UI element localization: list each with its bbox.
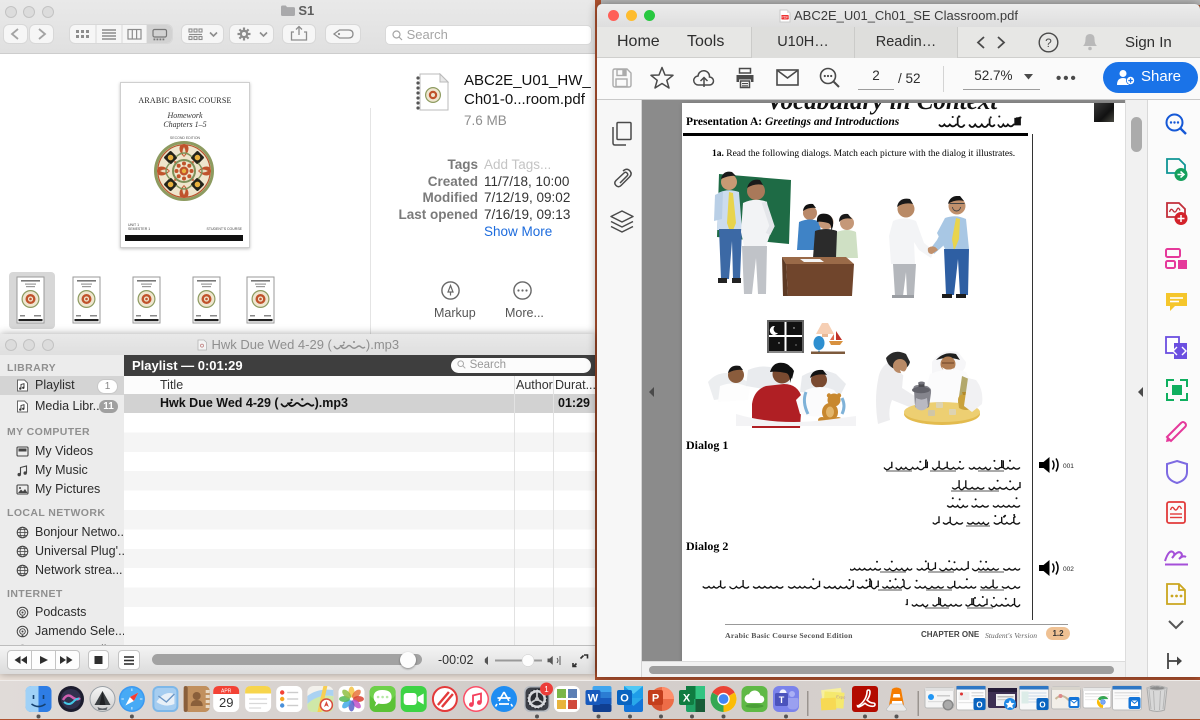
svg-text:PDF: PDF — [781, 16, 789, 20]
svg-text:29: 29 — [219, 695, 233, 710]
svg-text:APR: APR — [221, 689, 232, 695]
svg-text:O: O — [620, 693, 629, 705]
svg-text:001: 001 — [1063, 463, 1074, 470]
svg-text:O: O — [1039, 701, 1045, 710]
svg-text:X: X — [683, 693, 691, 705]
svg-text:Expo: Expo — [836, 694, 846, 700]
svg-text:P: P — [652, 693, 659, 705]
svg-text:?: ? — [1045, 36, 1052, 50]
svg-text:T: T — [779, 695, 785, 705]
svg-text:W: W — [588, 693, 599, 705]
svg-text:1: 1 — [544, 685, 549, 694]
svg-text:O: O — [976, 701, 982, 710]
svg-text:002: 002 — [1063, 566, 1074, 573]
